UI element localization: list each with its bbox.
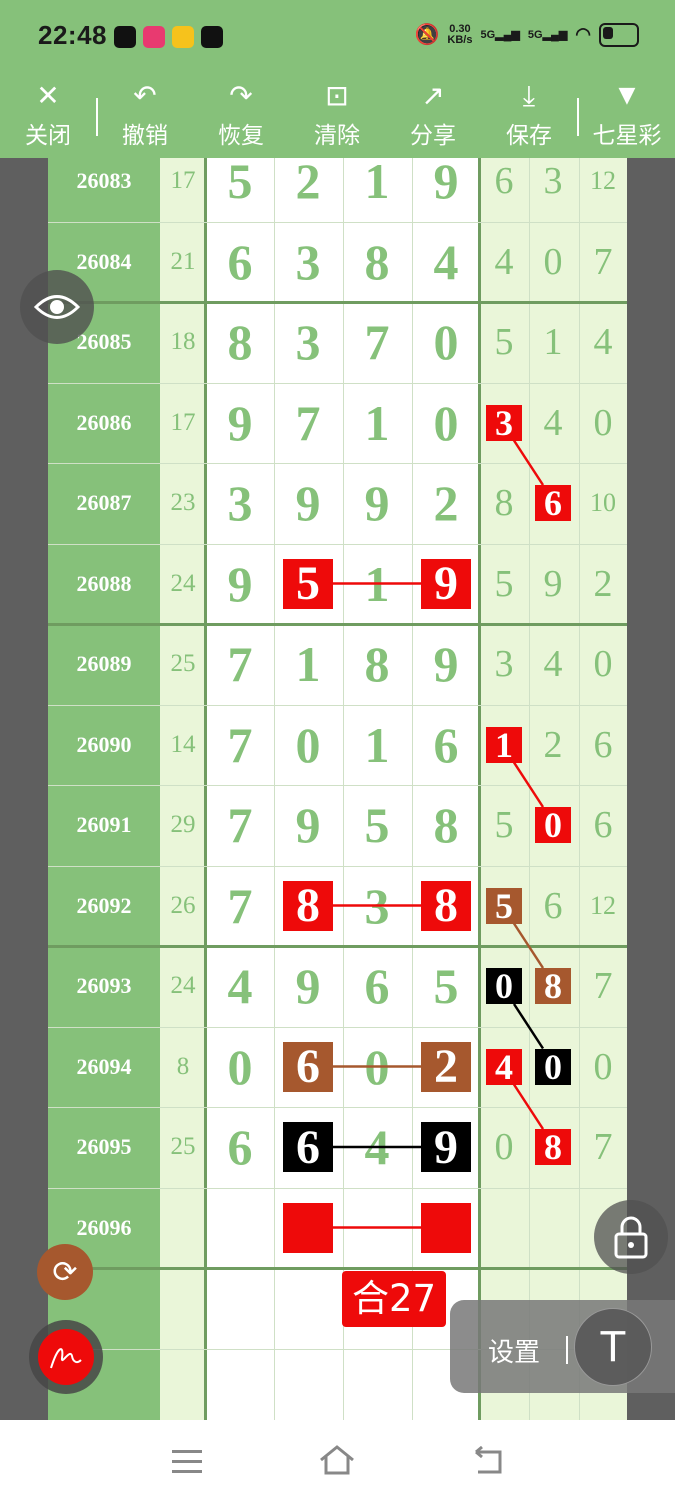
settings-panel[interactable]: 设置 T (450, 1300, 675, 1393)
toolbar-divider (577, 98, 579, 136)
home-icon[interactable] (318, 1444, 356, 1476)
status-bar: 22:48 🔕 0.30 KB/s 5G▂▄▆ 5G▂▄▆ ◠ (0, 0, 675, 74)
sum-badge: 合27 (342, 1271, 446, 1327)
marked-digit[interactable]: 5 (283, 557, 333, 610)
back-icon[interactable] (470, 1446, 504, 1476)
marked-digit[interactable]: 0 (486, 966, 522, 1006)
refresh-button[interactable]: ⟳ (37, 1244, 93, 1300)
connector-line (512, 922, 545, 969)
marked-digit[interactable]: 9 (421, 1121, 471, 1174)
marked-digit[interactable]: 8 (535, 966, 571, 1006)
caret-down-icon: ▼ (618, 83, 636, 108)
marked-digit[interactable]: 6 (535, 483, 571, 523)
connector-line (512, 1083, 545, 1130)
toolbar-divider (96, 98, 98, 136)
marked-digit[interactable]: 0 (535, 805, 571, 845)
close-label: 关闭 (25, 123, 71, 149)
clear-label: 清除 (314, 123, 360, 149)
close-button[interactable]: ✕ 关闭 (8, 78, 88, 150)
marked-digit[interactable]: 5 (486, 886, 522, 926)
marked-digit[interactable]: 0 (535, 1047, 571, 1087)
pen-icon (38, 1329, 94, 1385)
lock-icon (614, 1216, 648, 1259)
toolbar: ✕ 关闭 ↶ 撤销 ↷ 恢复 ⊡ 清除 ↗ 分享 ⤓ 保存 ▼ 七星彩 (0, 74, 675, 158)
marked-digit[interactable]: 6 (283, 1040, 333, 1093)
clock: 22:48 (38, 20, 107, 50)
marked-digit[interactable]: 2 (421, 1040, 471, 1093)
eye-icon (34, 295, 80, 319)
clear-button[interactable]: ⊡ 清除 (297, 78, 377, 150)
mute-icon: 🔕 (414, 24, 440, 46)
connector-lines (333, 439, 545, 1229)
app-icon (172, 26, 194, 48)
draw-button[interactable] (29, 1320, 103, 1394)
undo-button[interactable]: ↶ 撤销 (105, 78, 185, 150)
visibility-toggle-button[interactable] (20, 270, 94, 344)
placeholder-mark[interactable] (283, 1202, 333, 1253)
signal-label: 5G (527, 29, 543, 41)
status-indicators: 🔕 0.30 KB/s 5G▂▄▆ 5G▂▄▆ ◠ (414, 22, 639, 47)
download-icon: ⤓ (522, 79, 536, 112)
connector-line (512, 761, 545, 808)
share-icon: ↗ (421, 79, 445, 112)
marked-digit[interactable]: 8 (421, 879, 471, 932)
tiktok-icon (114, 26, 136, 48)
trend-grid[interactable]: 26083 17 5 2 1 9 6 3 12 26084 21 6 3 8 4 4 0 7 26085 18 8 3 7 0… (48, 158, 627, 1420)
trash-icon: ⊡ (325, 79, 349, 112)
signal-icon: 5G▂▄▆ (527, 29, 568, 41)
share-label: 分享 (410, 123, 456, 149)
speed-unit: KB/s (447, 33, 473, 46)
notification-icons (114, 26, 223, 48)
signal-label: 5G (480, 29, 496, 41)
save-button[interactable]: ⤓ 保存 (489, 78, 569, 150)
system-nav-bar (0, 1420, 675, 1500)
redo-button[interactable]: ↷ 恢复 (201, 78, 281, 150)
refresh-icon: ⟳ (52, 1254, 78, 1290)
redo-icon: ↷ (229, 79, 253, 112)
lottery-type-label: 七星彩 (592, 123, 662, 149)
network-speed: 0.30 KB/s (447, 22, 473, 46)
menu-nav-button[interactable] (172, 1450, 202, 1473)
battery-icon (599, 22, 639, 47)
marked-digit[interactable]: 3 (486, 403, 522, 443)
undo-label: 撤销 (122, 123, 168, 149)
undo-icon: ↶ (133, 79, 157, 112)
redo-label: 恢复 (218, 123, 264, 149)
placeholder-mark[interactable] (421, 1202, 471, 1253)
lottery-type-dropdown[interactable]: ▼ 七星彩 (584, 78, 670, 150)
settings-label[interactable]: 设置 (488, 1332, 540, 1369)
lock-button[interactable] (594, 1200, 668, 1274)
tiktok-icon (201, 26, 223, 48)
marked-digit[interactable]: 9 (421, 557, 471, 610)
text-tool-button[interactable]: T (574, 1308, 652, 1386)
app-icon (143, 26, 165, 48)
trend-chart-board[interactable]: 26083 17 5 2 1 9 6 3 12 26084 21 6 3 8 4 4 0 7 26085 18 8 3 7 0… (0, 158, 675, 1420)
text-tool-icon: T (599, 1322, 627, 1371)
signal-icon: 5G▂▄▆ (480, 29, 520, 41)
save-label: 保存 (506, 123, 552, 149)
connector-line (512, 439, 545, 486)
share-button[interactable]: ↗ 分享 (393, 78, 473, 150)
connector-line (512, 1003, 545, 1050)
wifi-icon: ◠ (575, 24, 591, 44)
settings-divider (566, 1336, 568, 1364)
marked-digit[interactable]: 4 (486, 1047, 522, 1087)
speed-value: 0.30 (449, 22, 471, 35)
marked-digit[interactable]: 8 (535, 1127, 571, 1167)
close-icon: ✕ (36, 79, 60, 112)
marked-digit[interactable]: 6 (283, 1121, 333, 1174)
marked-digit[interactable]: 8 (283, 879, 333, 932)
marked-digit[interactable]: 1 (486, 725, 522, 765)
